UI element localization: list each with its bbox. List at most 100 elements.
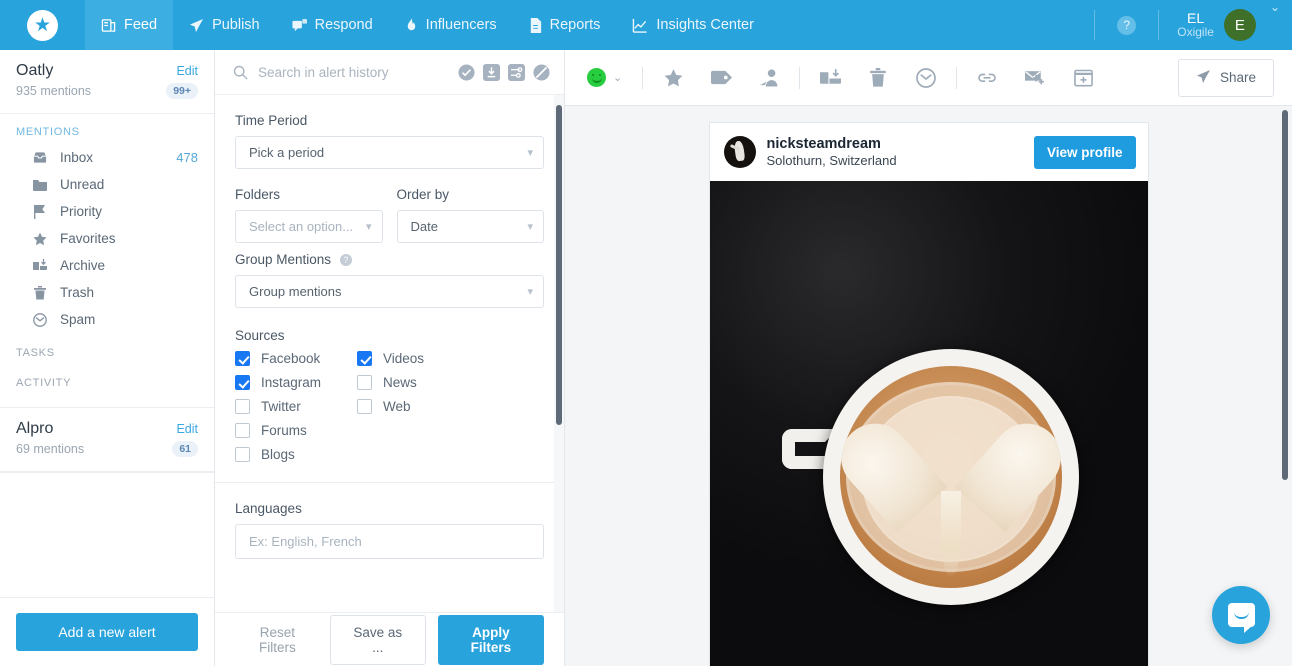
checkbox-icon[interactable] [235,447,250,462]
sliders-icon[interactable] [508,63,525,81]
user-info: EL Oxigile [1177,10,1214,40]
sidebar-item-trash[interactable]: Trash [0,279,214,306]
author-username[interactable]: nicksteamdream [767,135,897,153]
checkbox-icon[interactable] [357,375,372,390]
sidebar-item-label: Priority [60,204,103,219]
folders-placeholder: Select an option... [249,219,354,234]
source-checkbox-web[interactable]: Web [357,399,544,414]
section-label-tasks[interactable]: TASKS [0,335,214,365]
alert-edit-link[interactable]: Edit [176,64,198,78]
add-to-report-button[interactable] [1059,58,1107,98]
order-by-select[interactable]: Date ▾ [396,210,544,243]
source-checkbox-videos[interactable]: Videos [357,351,544,366]
alert-header: Alpro Edit [16,420,198,438]
alert-edit-link[interactable]: Edit [176,422,198,436]
inbox-icon [32,151,47,164]
assign-button[interactable] [745,58,793,98]
archive-button[interactable] [806,58,854,98]
star-logo-icon: ★ [27,9,58,41]
chevron-down-icon[interactable]: ⌄ [613,71,622,84]
nav-label: Respond [314,17,373,33]
user-menu[interactable]: EL Oxigile E [1159,0,1270,50]
languages-input[interactable] [235,524,544,559]
sidebar-item-favorites[interactable]: Favorites [0,225,214,252]
group-mentions-label: Group Mentions ? [235,252,544,267]
apply-filters-button[interactable]: Apply Filters [437,614,544,665]
alert-mention-count: 69 mentions [16,442,85,456]
main-content: ⌄ Share nicksteamdream Solothurn, Switze… [565,50,1292,666]
nav-right-cluster: ? EL Oxigile E ⌄ [1094,0,1292,50]
tag-button[interactable] [697,58,745,98]
alert-alpro[interactable]: Alpro Edit 69 mentions 61 [0,407,214,472]
feed-scrollbar-thumb[interactable] [1282,110,1288,480]
source-checkbox-forums[interactable]: Forums [235,423,357,438]
save-as-button[interactable]: Save as ... [329,614,426,665]
body-row: Oatly Edit 935 mentions 99+ MENTIONS Inb… [0,50,1292,666]
source-checkbox-instagram[interactable]: Instagram [235,375,357,390]
nav-item-influencers[interactable]: Influencers [389,0,513,50]
source-checkbox-facebook[interactable]: Facebook [235,351,357,366]
reset-filters-button[interactable]: Reset Filters [237,617,318,663]
order-by-group: Order by Date ▾ [396,187,544,243]
languages-label: Languages [235,501,302,516]
folders-select[interactable]: Select an option... ▾ [235,210,383,243]
source-label: Forums [261,423,307,438]
chevron-down-icon: ▾ [527,147,533,159]
share-button[interactable]: Share [1177,58,1274,97]
nav-item-feed[interactable]: Feed [85,0,174,50]
avatar[interactable]: E [1223,9,1256,41]
add-new-alert-button[interactable]: Add a new alert [16,613,198,651]
info-icon[interactable]: ? [339,254,352,267]
sidebar-item-inbox[interactable]: Inbox 478 [0,144,214,171]
nav-item-insights-center[interactable]: Insights Center [616,0,770,50]
checkbox-icon[interactable] [235,423,250,438]
delete-button[interactable] [854,58,902,98]
nav-item-reports[interactable]: Reports [513,0,617,50]
nav-item-respond[interactable]: Respond [276,0,389,50]
favorite-button[interactable] [649,58,697,98]
help-icon[interactable]: ? [1117,15,1137,35]
sources-label: Sources [235,328,285,343]
no-entry-icon[interactable] [533,63,550,81]
sidebar-item-archive[interactable]: Archive [0,252,214,279]
sentiment-selector[interactable]: ⌄ [579,68,636,87]
check-circle-icon[interactable] [458,63,475,81]
sidebar-item-unread[interactable]: Unread [0,171,214,198]
nav-label: Publish [212,17,260,33]
source-checkbox-news[interactable]: News [357,375,544,390]
time-period-select[interactable]: Pick a period ▾ [235,136,544,169]
checkbox-icon[interactable] [357,399,372,414]
grid-spacer [357,447,544,462]
section-label-activity[interactable]: ACTIVITY [0,365,214,395]
source-checkbox-blogs[interactable]: Blogs [235,447,357,462]
sidebar-item-spam[interactable]: Spam [0,306,214,333]
copy-link-button[interactable] [963,58,1011,98]
time-period-value: Pick a period [249,145,325,160]
alert-oatly[interactable]: Oatly Edit 935 mentions 99+ [0,50,214,114]
avatar[interactable] [723,136,756,169]
alert-subheader: 69 mentions 61 [16,441,198,457]
checkbox-icon[interactable] [235,399,250,414]
sources-checkbox-grid: Facebook Videos Instagram News Twitter W… [235,351,544,462]
source-checkbox-twitter[interactable]: Twitter [235,399,357,414]
view-profile-button[interactable]: View profile [1033,135,1136,169]
time-period-label: Time Period [235,113,308,128]
post-image[interactable] [709,181,1148,666]
checkbox-icon[interactable] [235,351,250,366]
group-mentions-select[interactable]: Group mentions ▾ [235,275,544,308]
spam-button[interactable] [902,58,950,98]
chevron-down-icon[interactable]: ⌄ [1270,0,1292,50]
checkbox-icon[interactable] [357,351,372,366]
filter-scrollbar-thumb[interactable] [556,105,562,425]
forward-button[interactable] [1011,58,1059,98]
download-icon[interactable] [483,63,500,81]
positive-smiley-icon [587,68,606,87]
intercom-chat-button[interactable] [1212,586,1270,644]
sidebar-item-priority[interactable]: Priority [0,198,214,225]
search-input[interactable] [258,64,448,80]
crema-surface [839,366,1062,589]
checkbox-icon[interactable] [235,375,250,390]
help-button[interactable]: ? [1095,0,1158,50]
app-logo[interactable]: ★ [0,0,85,50]
nav-item-publish[interactable]: Publish [173,0,276,50]
